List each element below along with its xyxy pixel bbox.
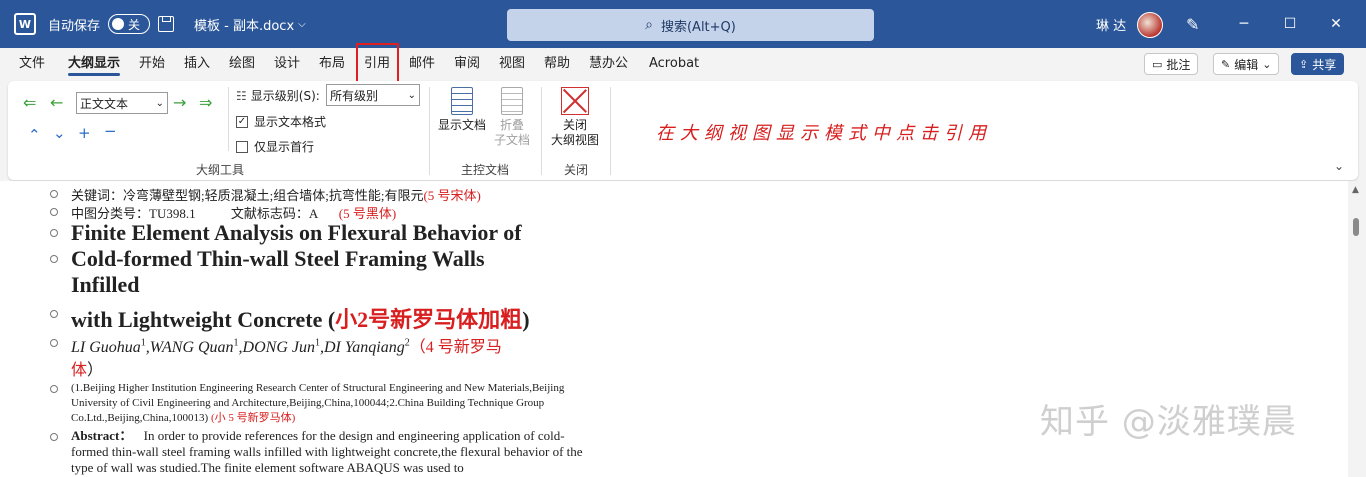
first-line-only-option[interactable]: 仅显示首行 xyxy=(236,138,314,155)
collapse-icon[interactable]: − xyxy=(104,122,117,140)
tab-home[interactable]: 开始 xyxy=(139,48,165,80)
avatar[interactable] xyxy=(1137,12,1163,38)
move-down-icon[interactable]: ⌄ xyxy=(53,124,66,142)
outline-bullet[interactable] xyxy=(50,190,58,198)
search-icon: ⌕ xyxy=(645,17,653,33)
outline-level-select[interactable]: 正文文本 ⌄ xyxy=(76,92,168,114)
maximize-button[interactable]: ☐ xyxy=(1267,0,1313,48)
chevron-down-icon: ⌄ xyxy=(155,97,164,109)
close-outline-view-button[interactable]: 关闭 大纲视图 xyxy=(551,87,599,148)
tab-view[interactable]: 视图 xyxy=(499,48,525,80)
tab-design[interactable]: 设计 xyxy=(274,48,300,80)
close-icon xyxy=(561,87,589,115)
divider xyxy=(610,87,611,175)
tab-review[interactable]: 审阅 xyxy=(454,48,480,80)
authors-line: LI Guohua1,WANG Quan1,DONG Jun1,DI Yanqi… xyxy=(71,337,502,356)
move-up-icon[interactable]: ⌃ xyxy=(28,126,41,144)
title-line-3: Infilled xyxy=(71,272,140,297)
outline-bullet[interactable] xyxy=(50,255,58,263)
promote-to-heading1-icon[interactable]: ⇐ xyxy=(23,93,36,112)
word-app-icon[interactable]: W xyxy=(14,0,36,48)
autosave-toggle[interactable]: 关 xyxy=(108,14,151,34)
tab-outline[interactable]: 大纲显示 xyxy=(68,48,121,80)
title-bar: W 自动保存 关 模板 - 副本.docx ⌵ ⌕ 搜索(Alt+Q) 琳 达 ✎… xyxy=(0,0,1366,48)
user-name[interactable]: 琳 达 xyxy=(1096,0,1126,48)
expand-icon[interactable]: + xyxy=(78,124,91,142)
divider xyxy=(429,87,430,175)
document-name[interactable]: 模板 - 副本.docx ⌵ xyxy=(194,0,306,48)
divider xyxy=(228,87,229,151)
pen-icon[interactable]: ✎ xyxy=(1186,0,1199,48)
outline-bullet[interactable] xyxy=(50,433,58,441)
affiliation-paragraph: (1.Beijing Higher Institution Engineerin… xyxy=(71,382,565,424)
tab-help[interactable]: 帮助 xyxy=(544,48,570,80)
annotation-text: 在大纲视图显示模式中点击引用 xyxy=(656,123,992,144)
show-text-format-checkbox[interactable]: ✓ xyxy=(236,115,248,128)
title-line-1: Finite Element Analysis on Flexural Beha… xyxy=(71,220,522,245)
share-icon: ⇪ xyxy=(1299,57,1309,71)
chevron-down-icon: ⌄ xyxy=(1262,57,1272,71)
tab-file[interactable]: 文件 xyxy=(19,48,45,80)
promote-icon[interactable]: ← xyxy=(50,93,63,112)
show-level-select[interactable]: 所有级别 ⌄ xyxy=(326,84,420,106)
master-document-group-label: 主控文档 xyxy=(461,163,510,177)
pencil-icon: ✎ xyxy=(1221,57,1231,71)
keywords-line: 关键词：冷弯薄壁型钢;轻质混凝土;组合墙体;抗弯性能;有限元(5 号宋体) xyxy=(71,188,481,203)
search-box[interactable]: ⌕ 搜索(Alt+Q) xyxy=(507,9,874,41)
show-level-label: 显示级别(S): xyxy=(250,89,320,103)
scroll-thumb[interactable] xyxy=(1353,218,1359,236)
references-highlight-box xyxy=(356,43,399,84)
autosave-label: 自动保存 xyxy=(48,18,101,34)
minimize-button[interactable]: ─ xyxy=(1221,0,1267,48)
save-icon[interactable] xyxy=(158,0,174,48)
outline-tools-group-label: 大纲工具 xyxy=(196,163,245,177)
tab-mailings[interactable]: 邮件 xyxy=(409,48,435,80)
vertical-scrollbar[interactable]: ▲ xyxy=(1348,181,1366,477)
scroll-up-icon[interactable]: ▲ xyxy=(1352,185,1359,195)
tab-acrobat[interactable]: Acrobat xyxy=(649,48,699,80)
chevron-down-icon: ⌄ xyxy=(407,89,416,101)
abstract-paragraph: Abstract： In order to provide references… xyxy=(71,428,583,475)
subdocument-icon xyxy=(501,87,523,115)
outline-bullet[interactable] xyxy=(50,339,58,347)
title-line-4: with Lightweight Concrete (小2号新罗马体加粗) xyxy=(71,307,530,332)
demote-to-body-icon[interactable]: ⇒ xyxy=(199,93,212,112)
tab-layout[interactable]: 布局 xyxy=(319,48,345,80)
chevron-down-icon: ⌵ xyxy=(298,18,306,30)
search-placeholder: 搜索(Alt+Q) xyxy=(660,19,736,35)
comment-button[interactable]: ▭ 批注 xyxy=(1144,53,1199,75)
autosave-control[interactable]: 自动保存 关 xyxy=(48,0,151,48)
watermark: 知乎 @淡雅璞晨 xyxy=(1040,402,1297,442)
first-line-only-checkbox[interactable] xyxy=(236,140,248,153)
authors-line-cont: 体） xyxy=(71,362,104,379)
title-line-2: Cold-formed Thin-wall Steel Framing Wall… xyxy=(71,246,485,271)
comment-icon: ▭ xyxy=(1152,57,1163,71)
toggle-knob xyxy=(112,18,125,30)
close-window-button[interactable]: ✕ xyxy=(1313,0,1359,48)
tab-draw[interactable]: 绘图 xyxy=(229,48,255,80)
outline-bullet[interactable] xyxy=(50,310,58,318)
divider xyxy=(541,87,542,175)
ribbon-panel: ⇐ ← 正文文本 ⌄ → ⇒ ⌃ ⌄ + − ☷ 显示级别(S): 所有级别 ⌄ ✓… xyxy=(8,81,1358,180)
demote-icon[interactable]: → xyxy=(173,93,186,112)
outline-bullet[interactable] xyxy=(50,229,58,237)
show-level-control: ☷ 显示级别(S): xyxy=(236,87,320,104)
collapse-subdocuments-button[interactable]: 折叠 子文档 xyxy=(494,87,530,148)
tab-insert[interactable]: 插入 xyxy=(184,48,210,80)
outline-bullet[interactable] xyxy=(50,208,58,216)
document-area[interactable]: 关键词：冷弯薄壁型钢;轻质混凝土;组合墙体;抗弯性能;有限元(5 号宋体) 中图… xyxy=(0,181,1348,477)
collapse-ribbon-icon[interactable]: ⌄ xyxy=(1334,159,1344,173)
outline-bullet[interactable] xyxy=(50,385,58,393)
show-document-button[interactable]: 显示文档 xyxy=(438,87,486,133)
document-icon xyxy=(451,87,473,115)
tab-huibangong[interactable]: 慧办公 xyxy=(589,48,628,80)
share-button[interactable]: ⇪ 共享 xyxy=(1291,53,1345,75)
autosave-state: 关 xyxy=(128,17,141,32)
show-level-icon: ☷ xyxy=(236,88,247,103)
show-text-format-option[interactable]: ✓ 显示文本格式 xyxy=(236,113,326,130)
edit-button[interactable]: ✎ 编辑 ⌄ xyxy=(1213,53,1280,75)
close-group-label: 关闭 xyxy=(564,163,589,177)
